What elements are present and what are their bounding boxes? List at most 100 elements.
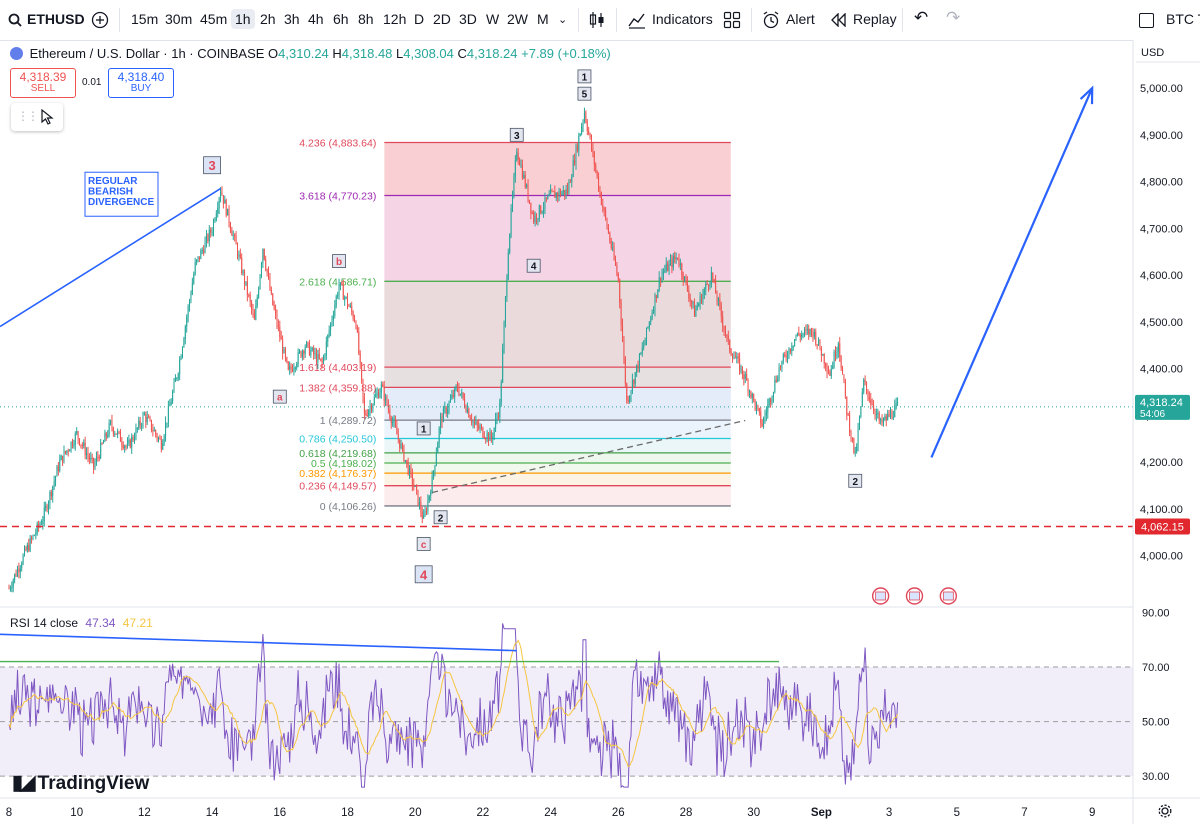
candle	[50, 491, 52, 497]
redo-icon[interactable]: ↷	[946, 8, 960, 28]
low-value: 4,308.04	[403, 46, 454, 61]
candle	[794, 339, 796, 346]
fib-price: 4,176.37	[332, 468, 373, 480]
candle	[455, 386, 457, 388]
candle	[520, 165, 522, 167]
layout-grid-icon[interactable]	[723, 11, 741, 29]
fib-zone-0	[384, 142, 731, 196]
candle	[885, 416, 887, 421]
wave-label-4: 4	[414, 565, 433, 584]
compare-checkbox[interactable]	[1139, 13, 1154, 28]
interval-D[interactable]: D	[414, 11, 424, 27]
interval-6h[interactable]: 6h	[333, 11, 349, 27]
candle	[748, 391, 750, 393]
candle	[448, 402, 450, 410]
buy-button[interactable]: 4,318.40 BUY	[108, 68, 174, 98]
candles-icon[interactable]	[588, 11, 606, 29]
interval-1h[interactable]: 1h	[231, 9, 255, 29]
candle	[110, 420, 112, 424]
interval-W[interactable]: W	[486, 11, 499, 27]
chevron-down-icon[interactable]: ⌄	[558, 13, 567, 26]
interval-8h[interactable]: 8h	[358, 11, 374, 27]
candle	[297, 352, 299, 364]
candle	[739, 358, 741, 372]
wave-label-2: 2	[848, 473, 863, 488]
candle	[248, 294, 250, 296]
candle	[827, 371, 829, 373]
candle	[638, 354, 640, 369]
candle	[81, 444, 83, 446]
interval-M[interactable]: M	[537, 11, 549, 27]
candle	[273, 304, 275, 310]
candle	[299, 351, 301, 353]
price-tick-label: 4,100.00	[1140, 504, 1183, 516]
candle	[451, 394, 453, 399]
indicators-icon[interactable]	[628, 11, 646, 29]
interval-12h[interactable]: 12h	[383, 11, 406, 27]
candle	[672, 256, 674, 268]
replay-icon[interactable]	[831, 13, 847, 27]
candle	[238, 254, 240, 257]
candle	[490, 432, 492, 439]
settings-gear-icon[interactable]	[1158, 804, 1172, 818]
interval-15m[interactable]: 15m	[131, 11, 158, 27]
fib-label-3.618: 3.618 (4,770.23)	[299, 190, 376, 202]
candle	[864, 379, 866, 383]
indicators-button[interactable]: Indicators	[652, 11, 713, 27]
price-tick-label: 4,200.00	[1140, 457, 1183, 469]
interval-45m[interactable]: 45m	[200, 11, 227, 27]
replay-button[interactable]: Replay	[853, 11, 897, 27]
divergence-annotation-text: BEARISH	[88, 187, 133, 198]
search-icon[interactable]	[8, 13, 22, 27]
candle	[853, 437, 855, 453]
candle	[8, 588, 10, 590]
drag-handle-icon[interactable]: ⋮⋮	[17, 109, 39, 123]
alert-button[interactable]: Alert	[786, 11, 815, 27]
candle	[540, 205, 542, 214]
candle	[677, 257, 679, 260]
interval-4h[interactable]: 4h	[308, 11, 324, 27]
time-tick-label: 8	[6, 807, 12, 819]
interval-30m[interactable]: 30m	[165, 11, 192, 27]
candle	[785, 355, 787, 358]
candle	[504, 297, 506, 323]
cursor-arrow-icon[interactable]	[40, 109, 54, 125]
candle	[802, 333, 804, 335]
candle	[509, 234, 511, 253]
candle	[513, 176, 515, 195]
interval-3h[interactable]: 3h	[284, 11, 300, 27]
candle	[791, 347, 793, 352]
interval-2W[interactable]: 2W	[507, 11, 528, 27]
interval-2D[interactable]: 2D	[433, 11, 451, 27]
fib-zone-2	[384, 281, 731, 368]
candle	[390, 417, 392, 424]
add-symbol-icon[interactable]	[91, 11, 109, 29]
candle	[891, 411, 893, 418]
rsi-tick-label: 50.00	[1142, 717, 1170, 729]
alert-clock-icon[interactable]	[762, 11, 780, 29]
candle	[417, 489, 419, 506]
candle	[428, 495, 430, 501]
candle	[373, 397, 375, 405]
candle	[837, 343, 839, 352]
candle	[483, 436, 485, 439]
candle	[43, 507, 45, 521]
price-chart[interactable]: 4.236 (4,883.64)3.618 (4,770.23)2.618 (4…	[0, 40, 1200, 824]
compare-symbol-label[interactable]: BTC T	[1166, 11, 1200, 27]
undo-icon[interactable]: ↶	[914, 8, 928, 28]
symbol-title: Ethereum / U.S. Dollar · 1h · COINBASE	[29, 46, 265, 61]
candle	[14, 573, 16, 581]
wave-label-c: c	[416, 537, 431, 551]
interval-3D[interactable]: 3D	[459, 11, 477, 27]
candle	[660, 277, 662, 281]
candle	[344, 297, 346, 300]
symbol-button[interactable]: ETHUSD	[27, 11, 85, 27]
candle	[623, 341, 625, 359]
fib-paren: )	[373, 190, 377, 202]
sell-button[interactable]: 4,318.39 SELL	[10, 68, 76, 98]
candle	[276, 313, 278, 326]
interval-2h[interactable]: 2h	[260, 11, 276, 27]
candle	[779, 367, 782, 369]
candle	[493, 427, 495, 438]
candle	[564, 190, 566, 195]
